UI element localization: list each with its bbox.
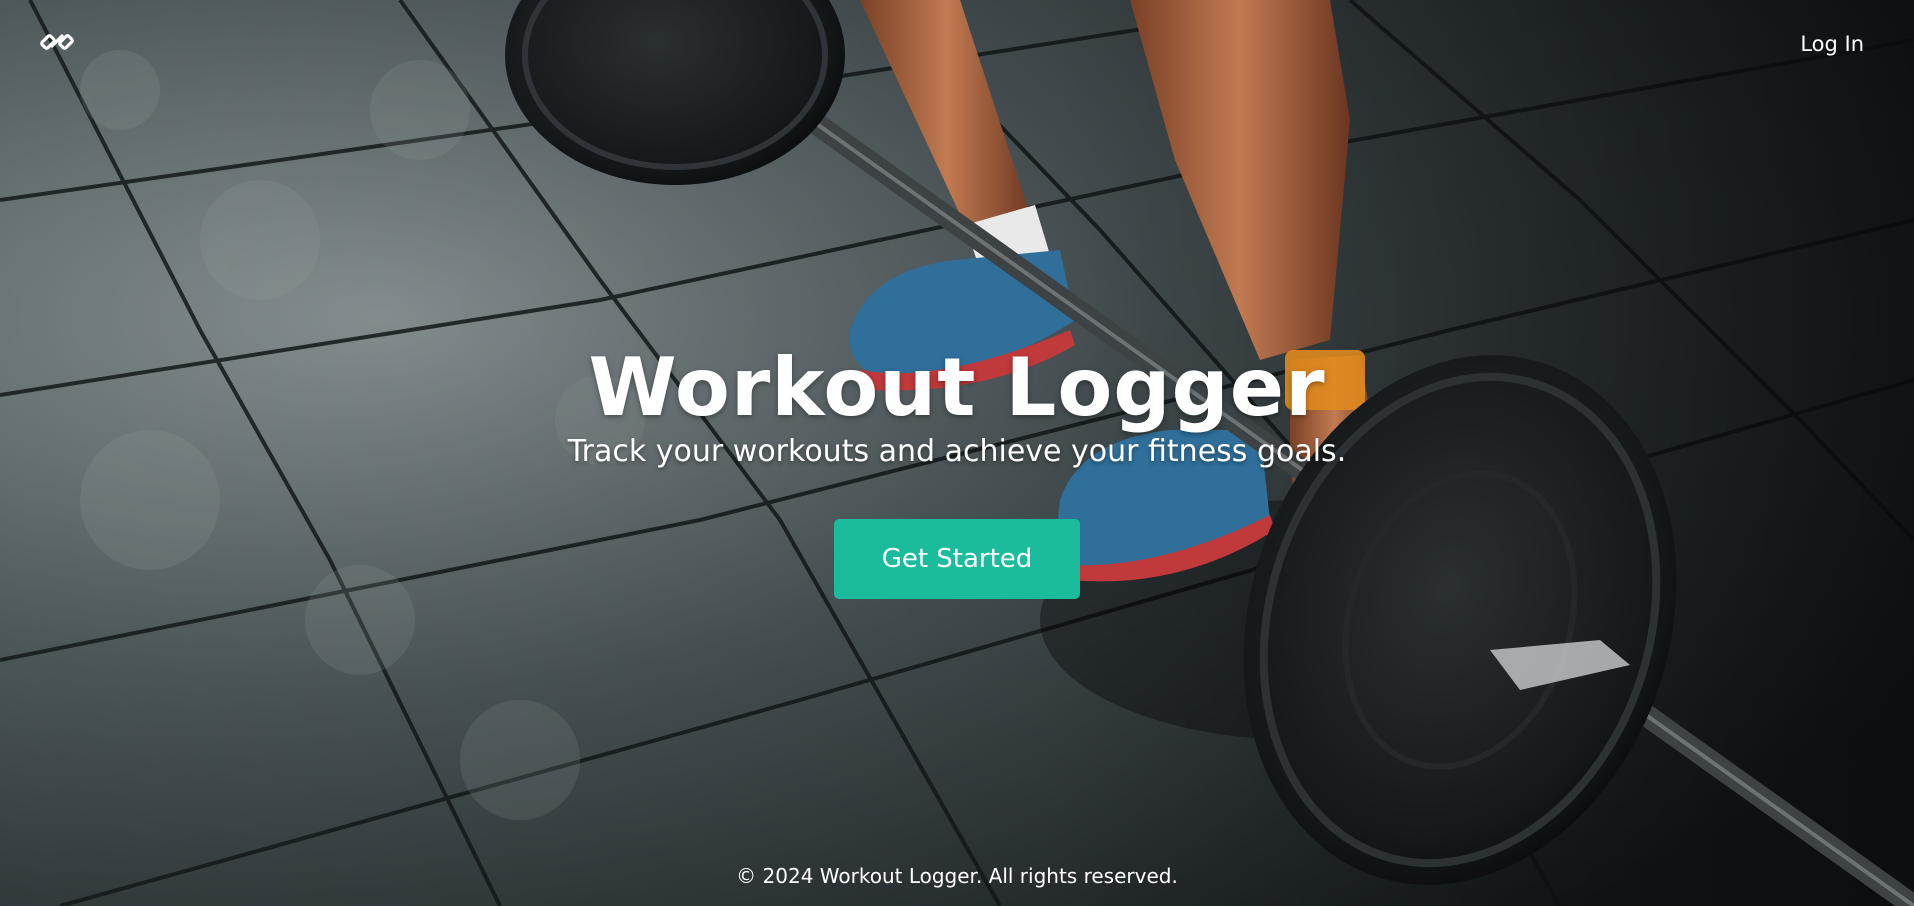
hero-title: Workout Logger — [588, 341, 1326, 434]
get-started-button[interactable]: Get Started — [834, 519, 1080, 599]
login-link[interactable]: Log In — [1800, 32, 1864, 56]
footer-copyright: © 2024 Workout Logger. All rights reserv… — [736, 864, 1178, 888]
hero-subtitle: Track your workouts and achieve your fit… — [567, 434, 1347, 469]
dumbbell-icon[interactable] — [38, 24, 78, 64]
